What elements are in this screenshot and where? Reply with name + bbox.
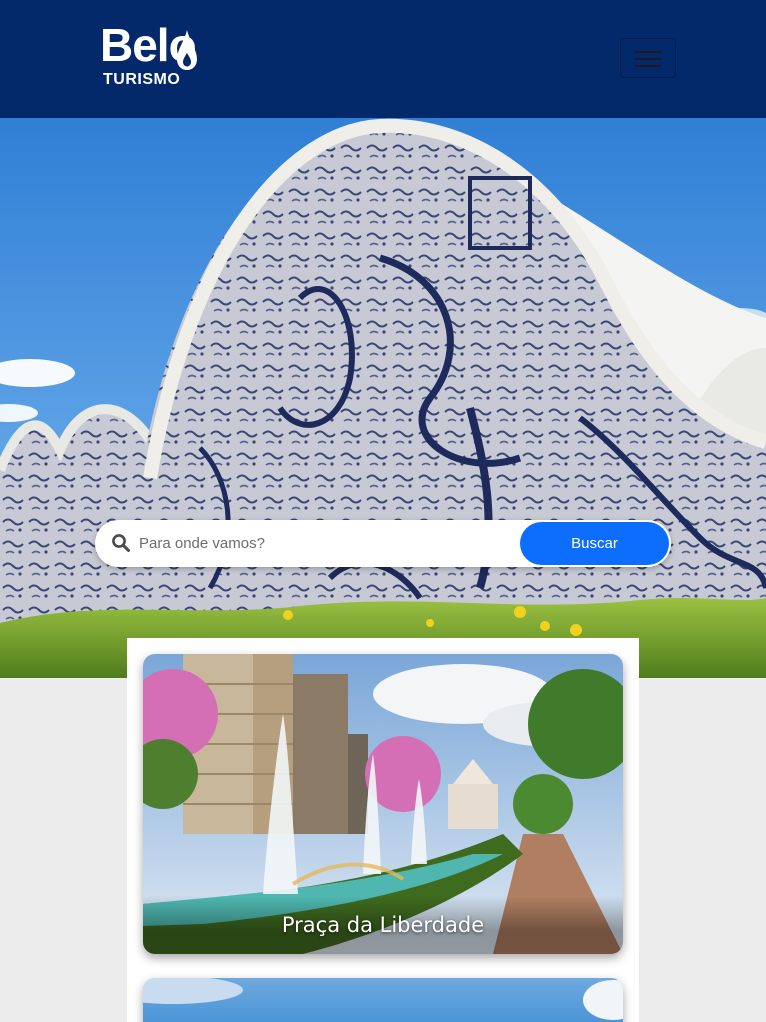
- destination-card[interactable]: [143, 978, 623, 1022]
- brand-tagline: TURISMO: [103, 71, 181, 88]
- top-navbar: Belo TURISMO: [0, 0, 766, 118]
- hero-image: [0, 118, 766, 678]
- destination-photo: [143, 978, 623, 1022]
- search-input[interactable]: [139, 528, 509, 559]
- hero-banner: [0, 118, 766, 678]
- search-button[interactable]: Buscar: [520, 522, 669, 565]
- menu-toggle-button[interactable]: [620, 38, 676, 78]
- search-bar: Buscar: [95, 520, 671, 567]
- destination-card[interactable]: Praça da Liberdade: [143, 654, 623, 954]
- search-icon: [112, 534, 130, 552]
- water-drop-icon: [177, 30, 197, 70]
- destination-title: Praça da Liberdade: [143, 896, 623, 954]
- brand-logo[interactable]: Belo TURISMO: [100, 20, 200, 92]
- hamburger-icon: [635, 51, 661, 53]
- destinations-panel: Praça da Liberdade: [127, 638, 639, 1022]
